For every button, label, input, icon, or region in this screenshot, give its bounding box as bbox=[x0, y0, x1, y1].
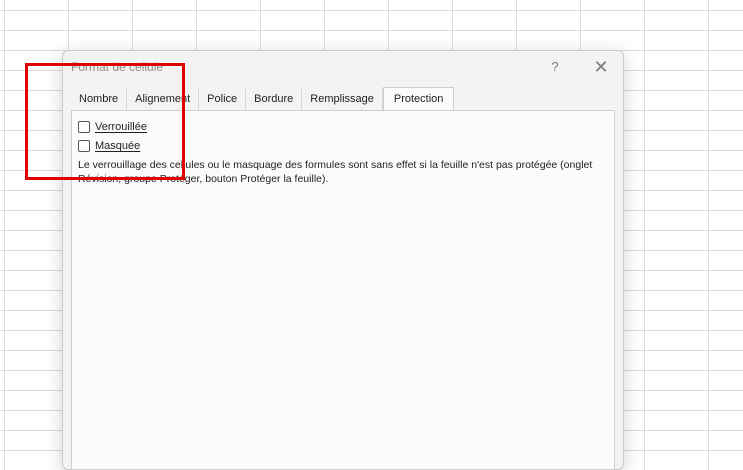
dialog-title: Format de cellule bbox=[71, 60, 164, 74]
tab-bordure[interactable]: Bordure bbox=[246, 89, 303, 110]
locked-checkbox[interactable] bbox=[78, 121, 90, 133]
help-button[interactable]: ? bbox=[541, 56, 569, 78]
format-cell-dialog: Format de cellule ? ✕ Nombre Alignement … bbox=[62, 50, 624, 470]
close-button[interactable]: ✕ bbox=[587, 56, 615, 78]
tab-nombre[interactable]: Nombre bbox=[71, 89, 128, 110]
protection-description: Le verrouillage des cellules ou le masqu… bbox=[78, 159, 593, 185]
tab-protection[interactable]: Protection bbox=[382, 87, 455, 110]
locked-label[interactable]: Verrouillée bbox=[95, 121, 147, 133]
protection-panel: Verrouillée Masquée Le verrouillage des … bbox=[71, 110, 615, 470]
tab-police[interactable]: Police bbox=[199, 89, 247, 110]
hidden-checkbox[interactable] bbox=[78, 140, 90, 152]
tab-remplissage[interactable]: Remplissage bbox=[302, 89, 383, 110]
hidden-label[interactable]: Masquée bbox=[95, 140, 140, 152]
locked-option[interactable]: Verrouillée bbox=[78, 121, 147, 133]
tab-alignement[interactable]: Alignement bbox=[127, 89, 200, 110]
tab-bar: Nombre Alignement Police Bordure Remplis… bbox=[71, 87, 455, 111]
hidden-option[interactable]: Masquée bbox=[78, 140, 140, 152]
